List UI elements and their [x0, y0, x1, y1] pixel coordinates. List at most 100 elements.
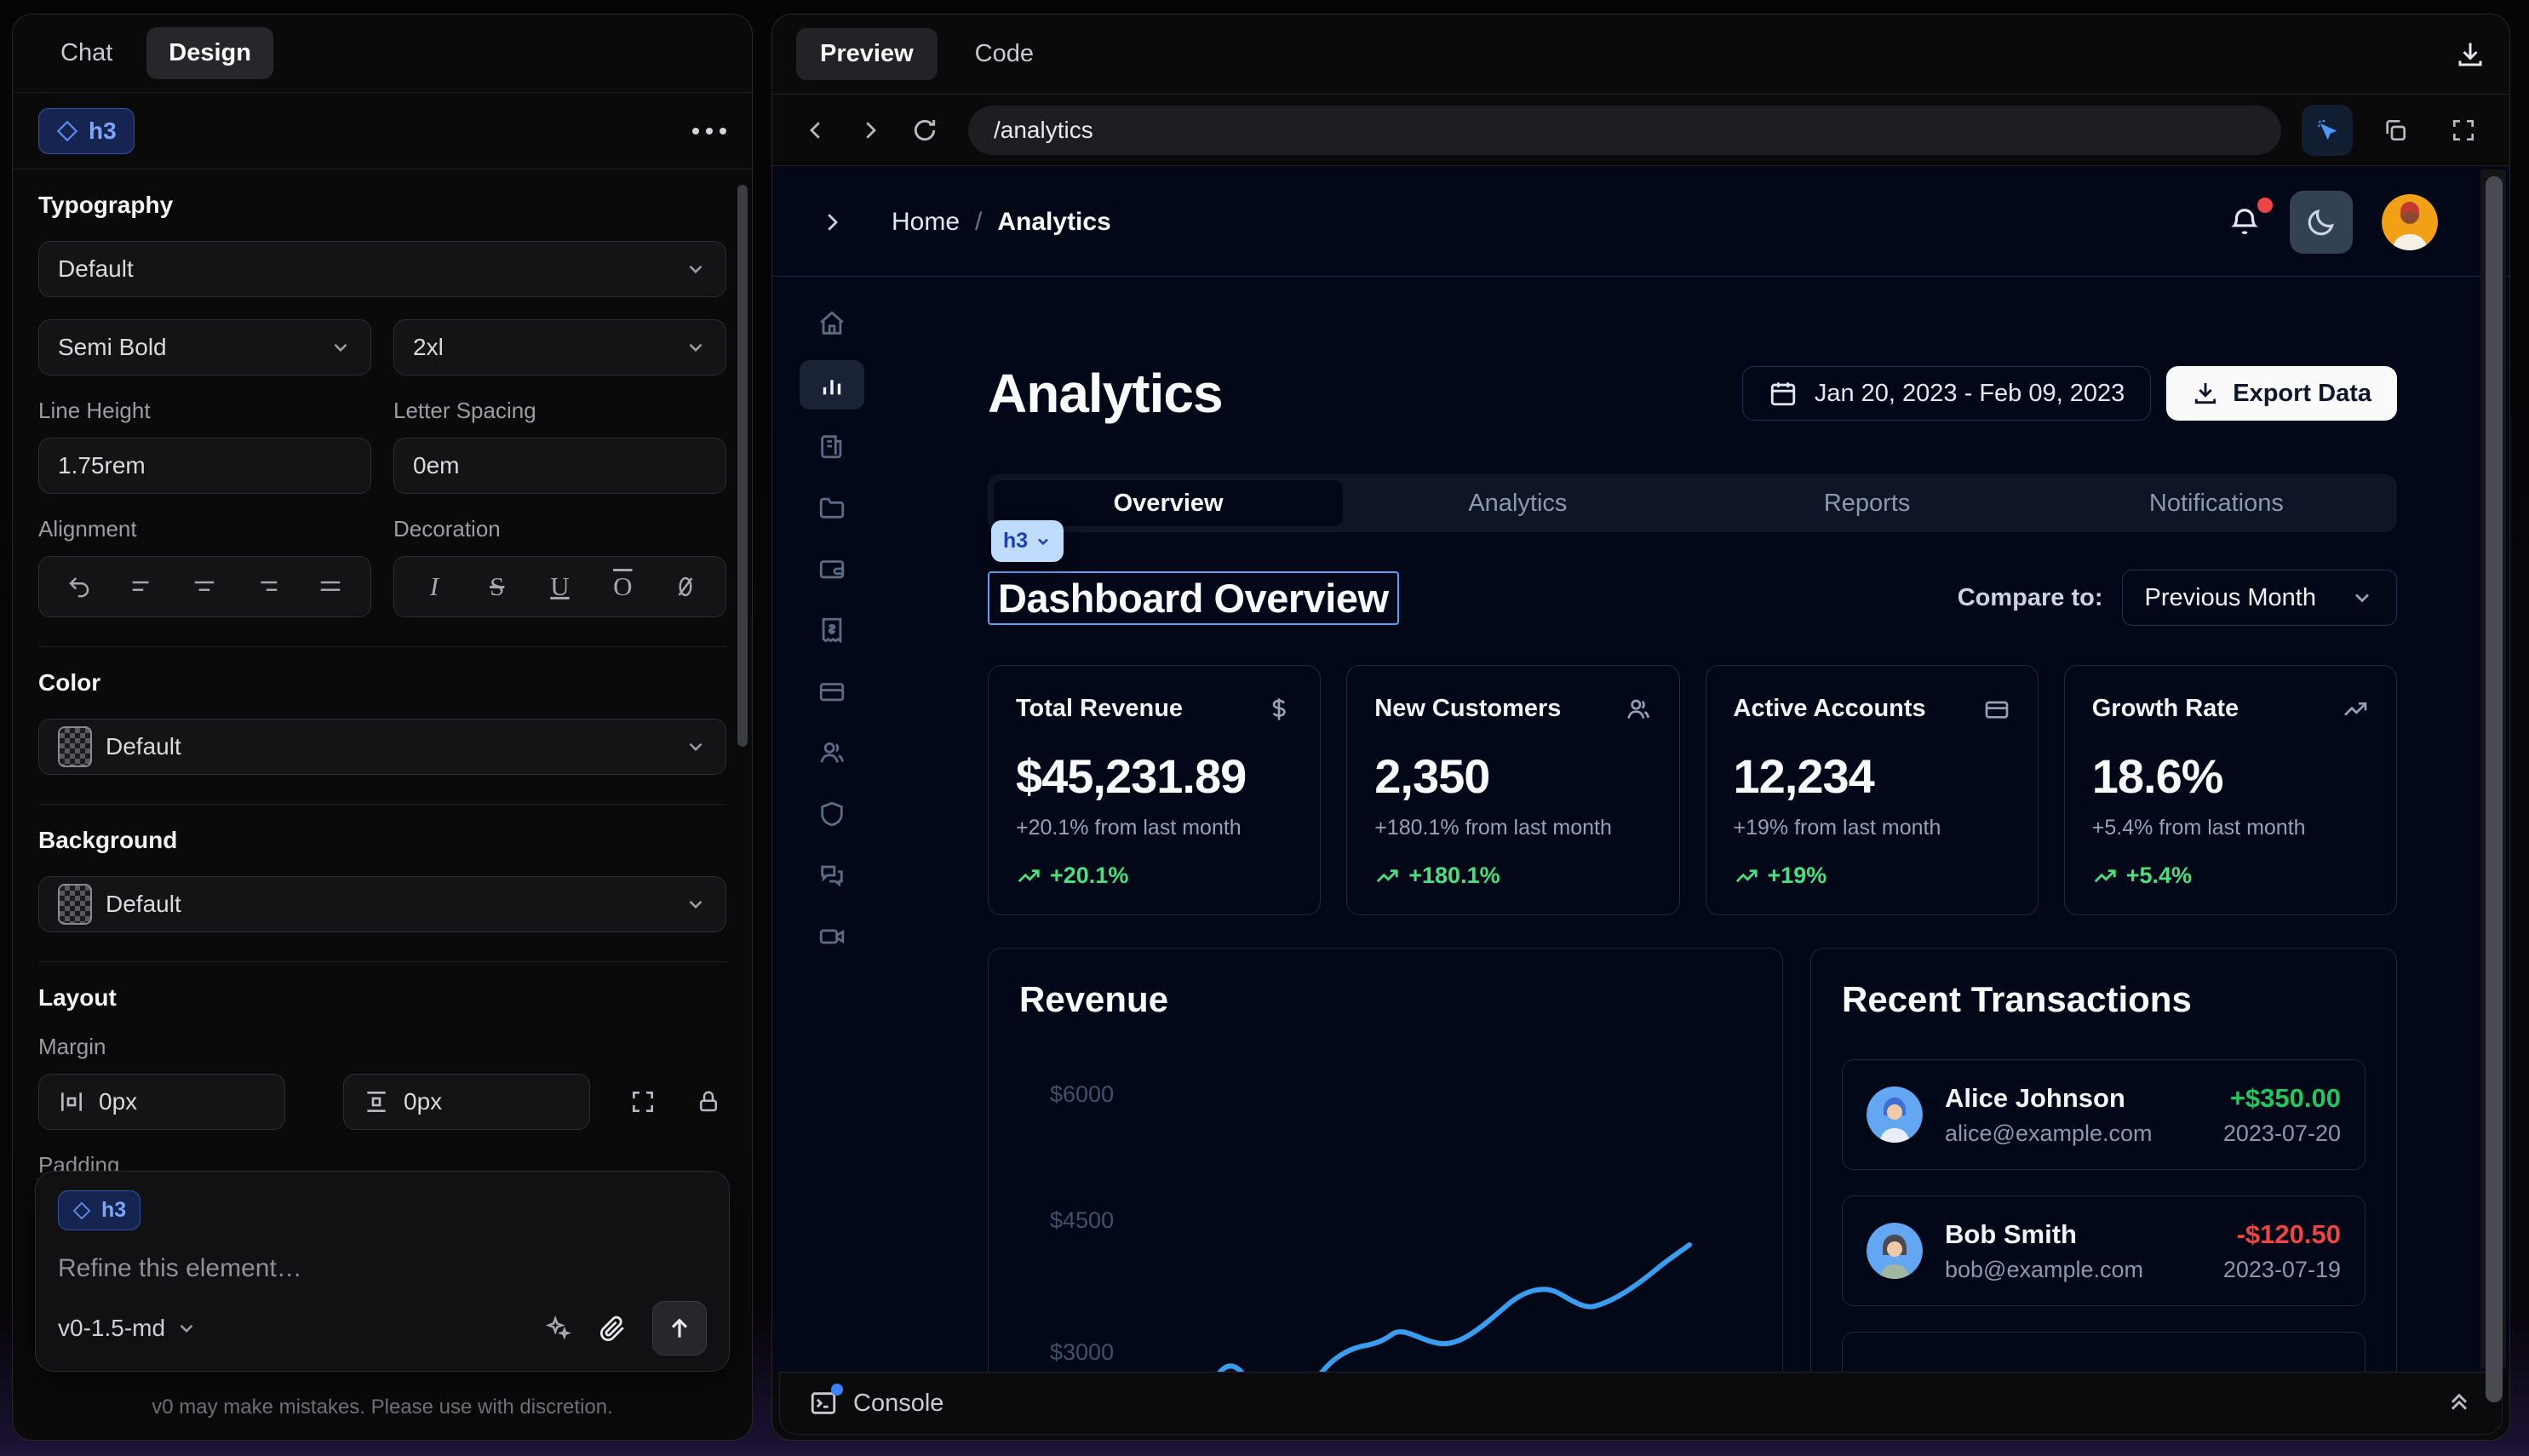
chip-label: h3	[1003, 529, 1028, 553]
nav-video-icon[interactable]	[800, 912, 864, 961]
refresh-icon[interactable]	[902, 107, 948, 153]
chevron-down-icon	[685, 893, 707, 915]
section-heading: Dashboard Overview	[998, 576, 1389, 621]
nav-messages-icon[interactable]	[800, 851, 864, 900]
chevron-down-icon	[685, 258, 707, 280]
dark-mode-toggle[interactable]	[2290, 191, 2353, 254]
console-drawer[interactable]: Console	[779, 1372, 2503, 1435]
more-options-icon[interactable]	[692, 128, 726, 135]
align-right-icon[interactable]	[244, 563, 291, 610]
chevrons-up-icon[interactable]	[2446, 1390, 2473, 1417]
forward-icon[interactable]	[847, 107, 893, 153]
nav-folder-icon[interactable]	[800, 483, 864, 532]
date-range-button[interactable]: Jan 20, 2023 - Feb 09, 2023	[1742, 366, 2151, 421]
back-icon[interactable]	[793, 107, 839, 153]
overline-icon[interactable]: O	[599, 563, 646, 610]
app-sidebar-rail	[772, 277, 892, 1372]
letter-spacing-input[interactable]: 0em	[393, 438, 726, 494]
alignment-label: Alignment	[38, 516, 371, 542]
chevron-down-icon	[330, 336, 352, 358]
underline-icon[interactable]: U	[536, 563, 583, 610]
chevron-down-icon	[175, 1317, 198, 1339]
font-family-select[interactable]: Default	[38, 241, 726, 297]
background-heading: Background	[38, 827, 726, 854]
stat-sub: +20.1% from last month	[1016, 816, 1293, 840]
lock-margin-icon[interactable]	[696, 1089, 721, 1115]
font-size-select[interactable]: 2xl	[393, 319, 726, 375]
nav-users-icon[interactable]	[800, 728, 864, 777]
strikethrough-icon[interactable]: S	[473, 563, 521, 610]
margin-x-input[interactable]: 0px	[38, 1074, 285, 1130]
nav-analytics-icon[interactable]	[800, 360, 864, 410]
trending-up-icon	[1734, 863, 1759, 889]
refine-input[interactable]: Refine this element…	[58, 1254, 707, 1283]
expand-margin-icon[interactable]	[629, 1088, 657, 1115]
italic-icon[interactable]: I	[410, 563, 458, 610]
url-input[interactable]: /analytics	[968, 106, 2281, 155]
dashboard-main: Analytics Jan 20, 2023 - Feb 09, 2023 Ex…	[988, 277, 2397, 1372]
transaction-row-clipped	[1842, 1332, 2366, 1372]
color-select[interactable]: Default	[38, 719, 726, 775]
selected-element-badge[interactable]: h3	[38, 108, 135, 154]
nav-shield-icon[interactable]	[800, 789, 864, 839]
transparent-swatch-icon	[58, 884, 92, 925]
charts-row: Revenue $6000 $4500 $3000 Recent Transac…	[988, 948, 2397, 1372]
nav-wallet-icon[interactable]	[800, 544, 864, 593]
background-select[interactable]: Default	[38, 876, 726, 932]
user-avatar[interactable]	[2382, 194, 2438, 250]
selected-element-chip[interactable]: h3	[991, 520, 1064, 562]
download-icon[interactable]	[2455, 39, 2486, 70]
breadcrumb-current: Analytics	[997, 208, 1110, 237]
align-center-icon[interactable]	[181, 563, 228, 610]
notifications-bell-icon[interactable]	[2228, 206, 2261, 238]
line-height-input[interactable]: 1.75rem	[38, 438, 371, 494]
chat-element-badge[interactable]: h3	[58, 1190, 140, 1230]
font-weight-select[interactable]: Semi Bold	[38, 319, 371, 375]
breadcrumb-home[interactable]: Home	[892, 208, 960, 237]
preview-scrollbar-thumb[interactable]	[2486, 176, 2503, 1402]
transparent-swatch-icon	[58, 726, 92, 767]
export-data-button[interactable]: Export Data	[2166, 366, 2397, 421]
margin-row: 0px 0px	[38, 1074, 726, 1130]
margin-horizontal-icon	[58, 1088, 85, 1115]
align-justify-icon[interactable]	[307, 563, 354, 610]
nav-card-icon[interactable]	[800, 667, 864, 716]
line-height-value: 1.75rem	[58, 452, 146, 479]
nav-receipt-icon[interactable]	[800, 605, 864, 655]
copy-icon[interactable]	[2370, 105, 2421, 156]
send-button[interactable]	[652, 1301, 707, 1356]
margin-y-input[interactable]: 0px	[343, 1074, 590, 1130]
selected-heading-outline[interactable]: Dashboard Overview	[988, 571, 1399, 625]
reset-alignment-icon[interactable]	[55, 563, 103, 610]
tab-chat[interactable]: Chat	[38, 27, 135, 79]
compare-select[interactable]: Previous Month	[2122, 570, 2398, 626]
inspect-cursor-icon[interactable]	[2302, 105, 2353, 156]
paperclip-icon[interactable]	[598, 1314, 627, 1343]
tab-code[interactable]: Code	[951, 28, 1058, 80]
tab-design[interactable]: Design	[146, 27, 273, 79]
tab-overview[interactable]: Overview	[994, 480, 1343, 526]
sparkles-icon[interactable]	[543, 1314, 572, 1343]
margin-label: Margin	[38, 1034, 726, 1060]
diamond-icon	[72, 1201, 91, 1220]
margin-y-value: 0px	[404, 1088, 442, 1115]
sidebar-scrollbar[interactable]	[737, 185, 748, 747]
nav-news-icon[interactable]	[800, 421, 864, 471]
fullscreen-icon[interactable]	[2438, 105, 2489, 156]
nav-home-icon[interactable]	[800, 299, 864, 348]
model-select[interactable]: v0-1.5-md	[58, 1315, 198, 1342]
background-value: Default	[106, 891, 181, 918]
stat-label: Growth Rate	[2092, 695, 2239, 723]
sidebar-toggle-icon[interactable]	[772, 209, 892, 235]
tab-preview[interactable]: Preview	[796, 28, 938, 80]
no-decoration-icon[interactable]	[662, 563, 709, 610]
notification-dot	[2257, 198, 2273, 213]
tab-reports[interactable]: Reports	[1693, 480, 2042, 526]
tab-analytics[interactable]: Analytics	[1343, 480, 1692, 526]
tab-notifications[interactable]: Notifications	[2042, 480, 2391, 526]
trending-up-icon	[2092, 863, 2118, 889]
transaction-row: Alice Johnson alice@example.com +$350.00…	[1842, 1059, 2366, 1170]
transaction-row: Bob Smith bob@example.com -$120.50 2023-…	[1842, 1195, 2366, 1306]
align-left-icon[interactable]	[118, 563, 166, 610]
avatar	[1867, 1086, 1923, 1143]
